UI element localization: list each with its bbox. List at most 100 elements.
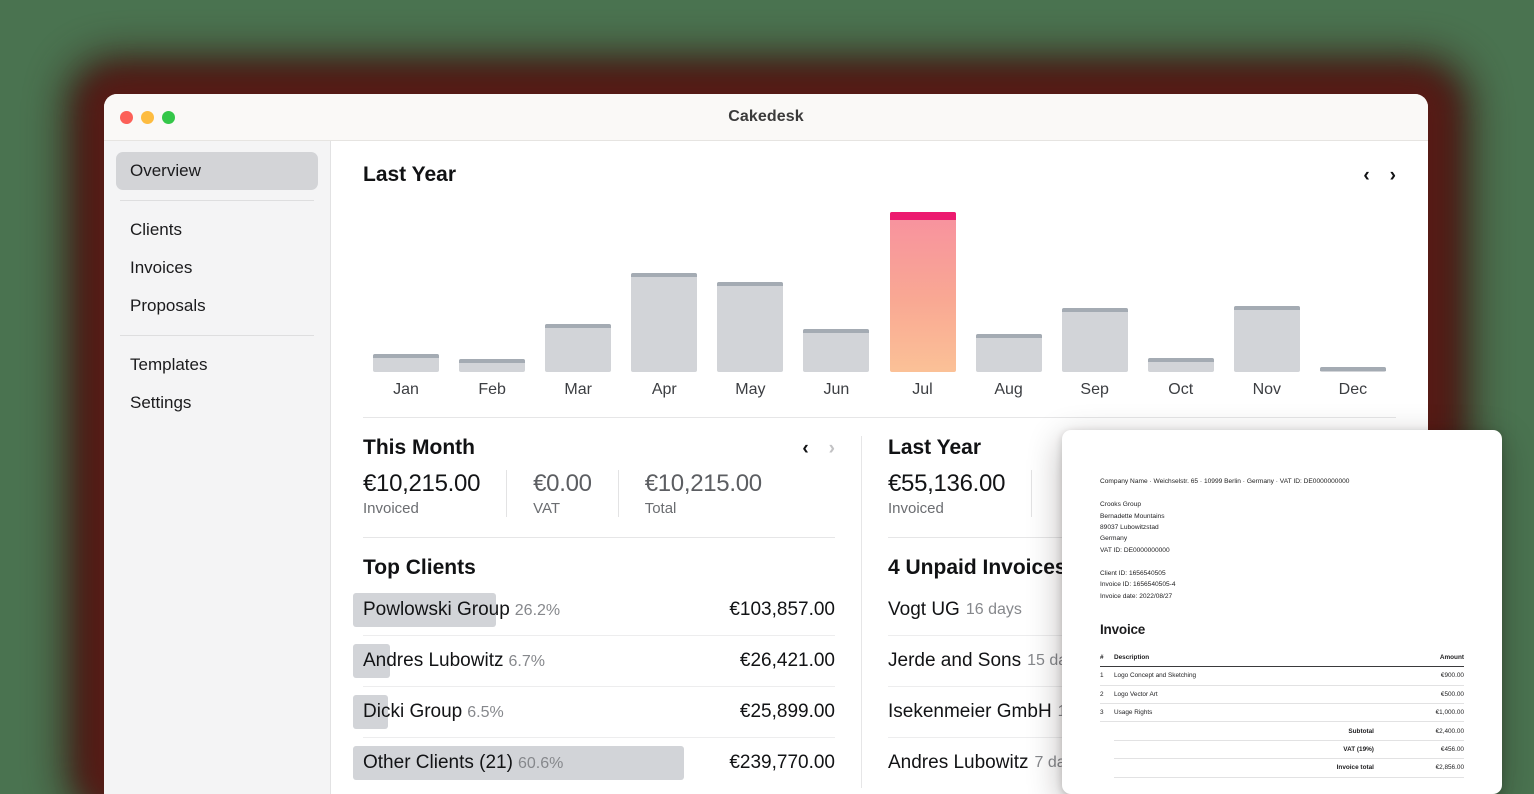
top-client-percent: 6.5% bbox=[467, 704, 503, 721]
unpaid-invoice-client: Andres Lubowitz bbox=[888, 752, 1028, 774]
chart-column[interactable]: Jan bbox=[363, 209, 449, 399]
invoice-table-header-row: # Description Amount bbox=[1100, 649, 1464, 667]
chart-next-arrow-icon[interactable]: › bbox=[1390, 166, 1396, 185]
sidebar-item-clients[interactable]: Clients bbox=[116, 211, 318, 249]
screen-background: Cakedesk Overview Clients Invoices Propo… bbox=[0, 0, 1534, 794]
column-header-amount: Amount bbox=[1374, 649, 1464, 667]
invoice-recipient: Crooks Group Bernadette Mountains 89037 … bbox=[1100, 499, 1464, 556]
chart-bar[interactable] bbox=[1234, 306, 1300, 372]
this-month-prev-arrow-icon[interactable]: ‹ bbox=[802, 439, 808, 458]
sidebar-item-invoices[interactable]: Invoices bbox=[116, 249, 318, 287]
chart-column[interactable]: Feb bbox=[449, 209, 535, 399]
line-item-number: 1 bbox=[1100, 667, 1114, 685]
invoice-line-items-table: # Description Amount 1Logo Concept and S… bbox=[1100, 649, 1464, 777]
recipient-vat-id: VAT ID: DE0000000000 bbox=[1100, 545, 1464, 556]
top-client-percent: 60.6% bbox=[518, 755, 563, 772]
chart-bar[interactable] bbox=[459, 359, 525, 372]
chart-bar-cap bbox=[890, 212, 956, 220]
sidebar-item-overview[interactable]: Overview bbox=[116, 152, 318, 190]
chart-x-tick-label: Nov bbox=[1253, 381, 1281, 399]
chart-column[interactable]: Jul bbox=[879, 209, 965, 399]
chart-bar[interactable] bbox=[717, 282, 783, 372]
sidebar-item-templates[interactable]: Templates bbox=[116, 346, 318, 384]
meta-invoice-id: Invoice ID: 1656540505-4 bbox=[1100, 579, 1464, 590]
chart-bar-cap bbox=[717, 282, 783, 286]
sidebar-item-label: Templates bbox=[130, 355, 207, 375]
unpaid-invoice-days: 16 days bbox=[966, 601, 1022, 619]
unpaid-invoices-title: 4 Unpaid Invoices bbox=[888, 556, 1067, 580]
chart-column[interactable]: Aug bbox=[966, 209, 1052, 399]
sidebar: Overview Clients Invoices Proposals Temp… bbox=[104, 141, 331, 794]
stat-label: Total bbox=[645, 500, 762, 517]
chart-bar-wrapper bbox=[1138, 212, 1224, 372]
top-client-amount: €239,770.00 bbox=[729, 752, 835, 774]
chart-column[interactable]: Oct bbox=[1138, 209, 1224, 399]
top-client-row[interactable]: Powlowski Group26.2%€103,857.00 bbox=[363, 584, 835, 635]
stat-value: €0.00 bbox=[533, 470, 592, 498]
top-client-row[interactable]: Other Clients (21) 60.6% €239,770.00 bbox=[363, 737, 835, 788]
line-item-amount: €500.00 bbox=[1374, 685, 1464, 703]
chart-column[interactable]: Sep bbox=[1052, 209, 1138, 399]
chart-x-tick-label: Jul bbox=[912, 381, 932, 399]
chart-column[interactable]: Nov bbox=[1224, 209, 1310, 399]
chart-bar-wrapper bbox=[1224, 212, 1310, 372]
top-client-name: Powlowski Group bbox=[363, 599, 510, 620]
chart-x-tick-label: Aug bbox=[994, 381, 1022, 399]
chart-bar[interactable] bbox=[976, 334, 1042, 372]
chart-bar-highlighted[interactable] bbox=[890, 212, 956, 372]
chart-column[interactable]: May bbox=[707, 209, 793, 399]
this-month-next-arrow-icon: › bbox=[829, 439, 835, 458]
line-item-amount: €1,000.00 bbox=[1374, 703, 1464, 721]
chart-bar-wrapper bbox=[363, 212, 449, 372]
chart-bar-wrapper bbox=[535, 212, 621, 372]
sidebar-item-label: Invoices bbox=[130, 258, 192, 278]
invoice-line-item-row: 3Usage Rights€1,000.00 bbox=[1100, 703, 1464, 721]
chart-column[interactable]: Apr bbox=[621, 209, 707, 399]
top-client-row[interactable]: Dicki Group6.5%€25,899.00 bbox=[363, 686, 835, 737]
chart-bar[interactable] bbox=[803, 329, 869, 372]
line-item-amount: €900.00 bbox=[1374, 667, 1464, 685]
chart-bar-wrapper bbox=[879, 212, 965, 372]
top-client-name: Other Clients (21) bbox=[363, 752, 513, 773]
total-spacer bbox=[1100, 759, 1114, 777]
this-month-header: This Month ‹ › bbox=[363, 436, 835, 460]
invoice-line-item-row: 2Logo Vector Art€500.00 bbox=[1100, 685, 1464, 703]
chart-column[interactable]: Dec bbox=[1310, 209, 1396, 399]
chart-column[interactable]: Jun bbox=[793, 209, 879, 399]
chart-bar[interactable] bbox=[373, 354, 439, 372]
sidebar-item-label: Overview bbox=[130, 161, 201, 181]
top-clients-header: Top Clients bbox=[363, 556, 835, 580]
chart-bar[interactable] bbox=[631, 273, 697, 372]
chart-column[interactable]: Mar bbox=[535, 209, 621, 399]
total-label: VAT (19%) bbox=[1114, 740, 1374, 758]
meta-invoice-date: Invoice date: 2022/08/27 bbox=[1100, 591, 1464, 602]
line-item-description: Usage Rights bbox=[1114, 703, 1374, 721]
top-client-name-group: Powlowski Group26.2% bbox=[363, 599, 560, 621]
stat-total: €10,215.00 Total bbox=[618, 470, 788, 517]
chart-bar-wrapper bbox=[449, 212, 535, 372]
total-label: Invoice total bbox=[1114, 759, 1374, 777]
invoice-sender-line: Company Name · Weichselstr. 65 · 10999 B… bbox=[1100, 476, 1464, 487]
total-amount: €456.00 bbox=[1374, 740, 1464, 758]
top-client-name: Andres Lubowitz bbox=[363, 650, 503, 671]
sidebar-item-proposals[interactable]: Proposals bbox=[116, 287, 318, 325]
chart-bar[interactable] bbox=[1148, 358, 1214, 372]
chart-prev-arrow-icon[interactable]: ‹ bbox=[1363, 166, 1369, 185]
chart-x-tick-label: Oct bbox=[1168, 381, 1193, 399]
sidebar-item-label: Settings bbox=[130, 393, 191, 413]
unpaid-invoice-client: Isekenmeier GmbH bbox=[888, 701, 1052, 723]
invoice-preview-card[interactable]: Company Name · Weichselstr. 65 · 10999 B… bbox=[1062, 430, 1502, 794]
last-year-title: Last Year bbox=[888, 436, 981, 460]
line-item-description: Logo Concept and Sketching bbox=[1114, 667, 1374, 685]
chart-bar[interactable] bbox=[1062, 308, 1128, 372]
chart-bar[interactable] bbox=[545, 324, 611, 372]
top-client-row[interactable]: Andres Lubowitz6.7%€26,421.00 bbox=[363, 635, 835, 686]
chart-x-tick-label: Feb bbox=[478, 381, 506, 399]
line-item-number: 3 bbox=[1100, 703, 1114, 721]
stat-value: €55,136.00 bbox=[888, 470, 1005, 498]
sidebar-item-settings[interactable]: Settings bbox=[116, 384, 318, 422]
chart-bar[interactable] bbox=[1320, 367, 1386, 372]
chart-bar-cap bbox=[976, 334, 1042, 338]
recipient-company: Crooks Group bbox=[1100, 499, 1464, 510]
window-titlebar: Cakedesk bbox=[104, 94, 1428, 141]
